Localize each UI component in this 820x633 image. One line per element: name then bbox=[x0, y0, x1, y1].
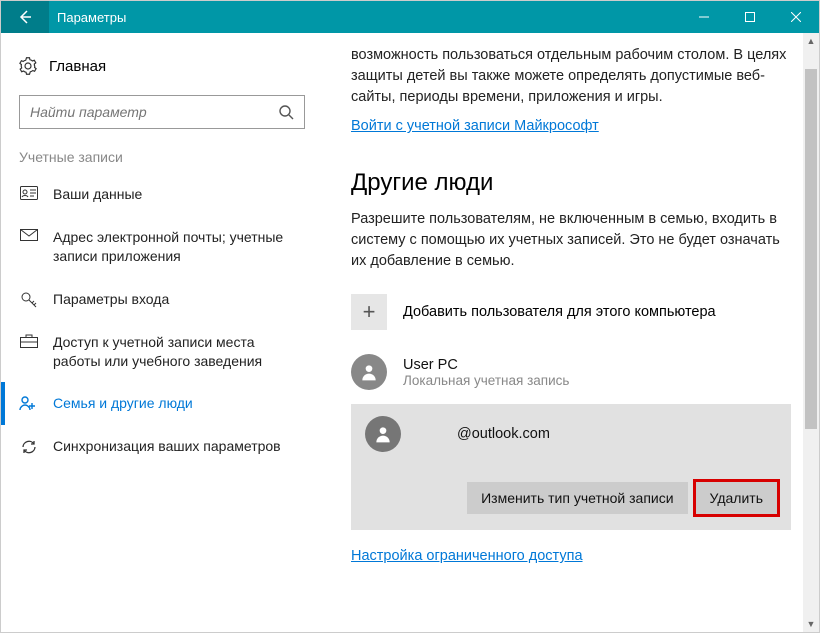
sync-icon bbox=[20, 438, 38, 456]
minimize-button[interactable] bbox=[681, 1, 727, 33]
back-button[interactable] bbox=[1, 1, 49, 33]
search-input[interactable] bbox=[30, 104, 278, 120]
sidebar-item-your-info[interactable]: Ваши данные bbox=[1, 173, 323, 216]
close-button[interactable] bbox=[773, 1, 819, 33]
scroll-up-icon[interactable]: ▲ bbox=[803, 33, 819, 49]
sidebar-section-label: Учетные записи bbox=[1, 129, 323, 173]
section-title: Другие люди bbox=[351, 169, 791, 197]
people-icon bbox=[19, 395, 39, 411]
sidebar-item-label: Семья и другие люди bbox=[53, 394, 193, 413]
user-row[interactable]: @outlook.com bbox=[365, 416, 777, 482]
sidebar-item-label: Адрес электронной почты; учетные записи … bbox=[53, 228, 305, 266]
plus-icon: + bbox=[351, 294, 387, 330]
briefcase-icon bbox=[20, 334, 38, 348]
scroll-track[interactable] bbox=[803, 49, 819, 616]
avatar-icon bbox=[365, 416, 401, 452]
maximize-button[interactable] bbox=[727, 1, 773, 33]
arrow-left-icon bbox=[17, 9, 33, 25]
mail-icon bbox=[20, 229, 38, 241]
id-card-icon bbox=[20, 186, 38, 200]
sidebar: Главная Учетные записи Ваши данные Адрес… bbox=[1, 33, 323, 632]
sidebar-item-label: Ваши данные bbox=[53, 185, 142, 204]
intro-text: возможность пользоваться отдельным рабоч… bbox=[351, 45, 791, 108]
key-icon bbox=[20, 291, 38, 309]
sidebar-item-label: Синхронизация ваших параметров bbox=[53, 437, 281, 456]
sidebar-item-work-access[interactable]: Доступ к учетной записи места работы или… bbox=[1, 321, 323, 383]
sidebar-item-signin-options[interactable]: Параметры входа bbox=[1, 278, 323, 321]
add-user-label: Добавить пользователя для этого компьюте… bbox=[403, 304, 716, 320]
sidebar-item-email[interactable]: Адрес электронной почты; учетные записи … bbox=[1, 216, 323, 278]
user-name: User PC bbox=[403, 357, 569, 373]
close-icon bbox=[791, 12, 801, 22]
sidebar-item-family[interactable]: Семья и другие люди bbox=[1, 382, 323, 425]
avatar-icon bbox=[351, 354, 387, 390]
sidebar-item-label: Параметры входа bbox=[53, 290, 169, 309]
search-box[interactable] bbox=[19, 95, 305, 129]
user-type: Локальная учетная запись bbox=[403, 373, 569, 388]
search-icon bbox=[278, 104, 294, 120]
user-name: @outlook.com bbox=[457, 426, 550, 442]
section-desc: Разрешите пользователям, не включенным в… bbox=[351, 209, 791, 272]
minimize-icon bbox=[699, 12, 709, 22]
user-row[interactable]: User PC Локальная учетная запись bbox=[351, 350, 791, 404]
sidebar-item-label: Доступ к учетной записи места работы или… bbox=[53, 333, 305, 371]
restricted-access-link[interactable]: Настройка ограниченного доступа bbox=[351, 548, 583, 564]
window-title: Параметры bbox=[49, 10, 681, 25]
maximize-icon bbox=[745, 12, 755, 22]
sidebar-item-sync[interactable]: Синхронизация ваших параметров bbox=[1, 425, 323, 468]
scroll-down-icon[interactable]: ▼ bbox=[803, 616, 819, 632]
add-user-row[interactable]: + Добавить пользователя для этого компью… bbox=[351, 294, 791, 330]
scroll-thumb[interactable] bbox=[805, 69, 817, 429]
home-nav[interactable]: Главная bbox=[1, 51, 323, 89]
change-account-type-button[interactable]: Изменить тип учетной записи bbox=[467, 482, 687, 514]
scrollbar[interactable]: ▲ ▼ bbox=[803, 33, 819, 632]
home-label: Главная bbox=[49, 58, 106, 75]
selected-user-block: @outlook.com Изменить тип учетной записи… bbox=[351, 404, 791, 530]
main-panel: возможность пользоваться отдельным рабоч… bbox=[323, 33, 819, 632]
signin-link[interactable]: Войти с учетной записи Майкрософт bbox=[351, 118, 599, 134]
gear-icon bbox=[19, 57, 37, 75]
delete-button[interactable]: Удалить bbox=[696, 482, 777, 514]
